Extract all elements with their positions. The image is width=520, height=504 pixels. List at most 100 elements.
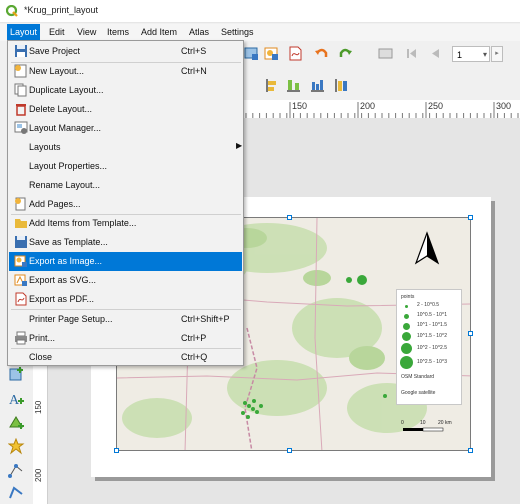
menu-item-label: Add Items from Template... — [29, 218, 137, 228]
selection-handle[interactable] — [287, 448, 292, 453]
distribute-icon[interactable] — [286, 78, 301, 93]
menu-item-shortcut: Ctrl+Q — [181, 352, 208, 362]
menu-item-close[interactable]: Close Ctrl+Q — [9, 348, 242, 367]
window-title: *Krug_print_layout — [24, 5, 99, 15]
menu-item-label: Export as SVG... — [29, 275, 97, 285]
page-value: 1 — [457, 50, 463, 60]
pdf-icon[interactable] — [288, 46, 303, 61]
menu-view[interactable]: View — [74, 24, 99, 40]
selection-handle[interactable] — [468, 215, 473, 220]
legend-symbol — [403, 323, 410, 330]
menu-item-label: Rename Layout... — [29, 180, 101, 190]
legend-symbol — [401, 343, 412, 354]
menu-item-delete-layout[interactable]: Delete Layout... — [9, 100, 242, 119]
menu-item-export-as-image[interactable]: Export as Image... — [9, 252, 242, 271]
ruler-label: 300 — [496, 101, 512, 111]
ruler-label: 250 — [428, 101, 444, 111]
menu-item-label: Print... — [29, 333, 56, 343]
add-legend-tool-icon[interactable] — [8, 414, 25, 431]
folder-icon — [15, 219, 27, 228]
save-template-icon — [15, 236, 27, 248]
menu-item-layout-manager[interactable]: Layout Manager... — [9, 119, 242, 138]
ruler-label: 150 — [34, 400, 43, 414]
delete-icon — [16, 104, 26, 116]
atlas-preview-icon[interactable] — [378, 46, 393, 61]
picture-icon[interactable] — [264, 46, 279, 61]
menu-item-layout-properties[interactable]: Layout Properties... — [9, 157, 242, 176]
ruler-ticks — [245, 102, 519, 118]
legend-entry: 10^1 - 10^1.5 — [417, 322, 447, 328]
menu-add-item[interactable]: Add Item — [138, 24, 180, 40]
menu-item-layouts[interactable]: Layouts ▶ — [9, 138, 242, 157]
map-item-icon[interactable] — [244, 46, 259, 61]
menu-item-label: Layout Manager... — [29, 123, 102, 133]
layout-manager-icon — [14, 121, 28, 134]
menu-item-label: Layout Properties... — [29, 161, 108, 171]
legend-symbol — [404, 314, 409, 319]
menu-item-save-project[interactable]: Save Project Ctrl+S — [9, 42, 242, 61]
menu-settings[interactable]: Settings — [218, 24, 257, 40]
menu-item-label: Export as Image... — [29, 256, 103, 266]
scalebar-label-20km: 20 km — [438, 420, 452, 426]
selection-handle[interactable] — [114, 448, 119, 453]
menu-item-save-as-template[interactable]: Save as Template... — [9, 233, 242, 252]
selection-handle[interactable] — [468, 331, 473, 336]
next-feature-button[interactable]: ▸ — [491, 46, 503, 62]
legend-entry: 10^0.5 - 10^1 — [417, 312, 447, 318]
menu-item-duplicate-layout[interactable]: Duplicate Layout... — [9, 81, 242, 100]
menu-item-printer-page-setup[interactable]: Printer Page Setup... Ctrl+Shift+P — [9, 310, 242, 329]
add-north-arrow-tool-icon[interactable] — [8, 438, 25, 455]
menu-layout[interactable]: Layout — [7, 24, 41, 40]
legend-entry: 10^1.5 - 10^2 — [417, 333, 447, 339]
ruler-label: 200 — [34, 468, 43, 482]
menu-item-new-layout[interactable]: New Layout... Ctrl+N — [9, 62, 242, 81]
menu-item-label: New Layout... — [29, 66, 85, 76]
redo-icon[interactable] — [338, 46, 353, 61]
legend-entry: 10^2.5 - 10^3 — [417, 359, 447, 365]
legend-entry: 2 - 10^0.5 — [417, 302, 440, 308]
menu-item-export-as-pdf[interactable]: Export as PDF... — [9, 290, 242, 309]
resize-height-icon[interactable] — [334, 78, 349, 93]
legend-basemap: OSM Standard — [401, 374, 435, 380]
menu-edit[interactable]: Edit — [46, 24, 68, 40]
map-legend[interactable]: points 2 - 10^0.5 10^0.5 - 10^1 10^1 - 1… — [396, 289, 462, 405]
menu-item-add-items-from-template[interactable]: Add Items from Template... — [9, 214, 242, 233]
add-node-tool-icon[interactable] — [8, 462, 25, 479]
menu-atlas[interactable]: Atlas — [186, 24, 212, 40]
menu-item-label: Layouts — [29, 142, 61, 152]
menu-item-shortcut: Ctrl+P — [181, 333, 207, 343]
menu-item-shortcut: Ctrl+N — [181, 66, 207, 76]
first-feature-icon[interactable] — [404, 46, 419, 61]
layout-menu: Save Project Ctrl+S New Layout... Ctrl+N… — [7, 40, 244, 366]
submenu-arrow-icon: ▶ — [236, 141, 243, 150]
menu-bar: Layout Edit View Items Add Item Atlas Se… — [0, 24, 520, 41]
menu-item-export-as-svg[interactable]: Export as SVG... — [9, 271, 242, 290]
add-polyline-tool-icon[interactable] — [8, 484, 25, 501]
qgis-logo-icon — [6, 5, 18, 17]
menu-item-shortcut: Ctrl+Shift+P — [181, 314, 230, 324]
menu-item-label: Export as PDF... — [29, 294, 95, 304]
legend-symbol — [402, 332, 411, 341]
legend-basemap: Google satellite — [401, 390, 436, 396]
menu-items[interactable]: Items — [104, 24, 132, 40]
add-label-tool-icon[interactable]: A — [8, 390, 25, 407]
scalebar-label-10: 10 — [420, 420, 426, 426]
menu-item-label: Add Pages... — [29, 199, 81, 209]
menu-item-print[interactable]: Print... Ctrl+P — [9, 329, 242, 348]
selection-handle[interactable] — [287, 215, 292, 220]
resize-icon[interactable] — [310, 78, 325, 93]
selection-handle[interactable] — [468, 448, 473, 453]
menu-item-label: Save as Template... — [29, 237, 108, 247]
chevron-down-icon: ▾ — [482, 50, 487, 59]
align-icon[interactable] — [264, 78, 279, 93]
export-image-icon — [14, 255, 27, 267]
menu-item-label: Close — [29, 352, 53, 362]
undo-icon[interactable] — [314, 46, 329, 61]
previous-feature-icon[interactable] — [428, 46, 443, 61]
add-map-tool-icon[interactable] — [8, 366, 25, 383]
menu-item-label: Duplicate Layout... — [29, 85, 104, 95]
menu-item-rename-layout[interactable]: Rename Layout... — [9, 176, 242, 195]
save-icon — [15, 45, 27, 57]
menu-item-add-pages[interactable]: Add Pages... — [9, 195, 242, 214]
atlas-page-input[interactable]: 1 ▾ — [452, 46, 490, 62]
